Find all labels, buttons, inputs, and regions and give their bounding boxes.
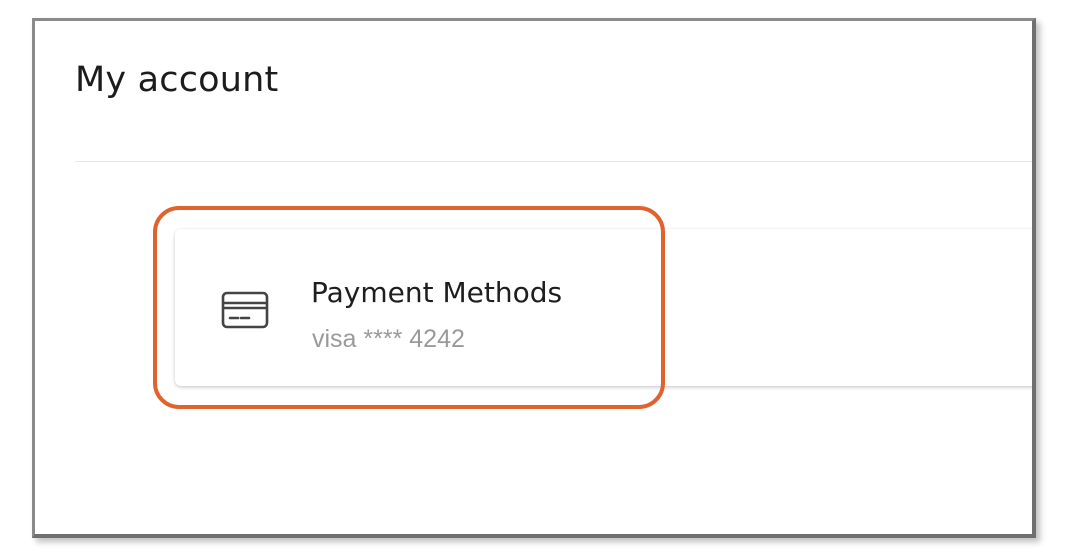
account-page: My account Payment Methods visa **** 424… xyxy=(32,18,1036,538)
payment-methods-title: Payment Methods xyxy=(311,276,563,309)
credit-card-icon xyxy=(221,291,269,329)
page-title: My account xyxy=(75,60,279,100)
payment-methods-subtitle: visa **** 4242 xyxy=(312,325,465,353)
header-divider xyxy=(75,161,1032,162)
payment-methods-card[interactable]: Payment Methods visa **** 4242 xyxy=(175,229,1032,386)
